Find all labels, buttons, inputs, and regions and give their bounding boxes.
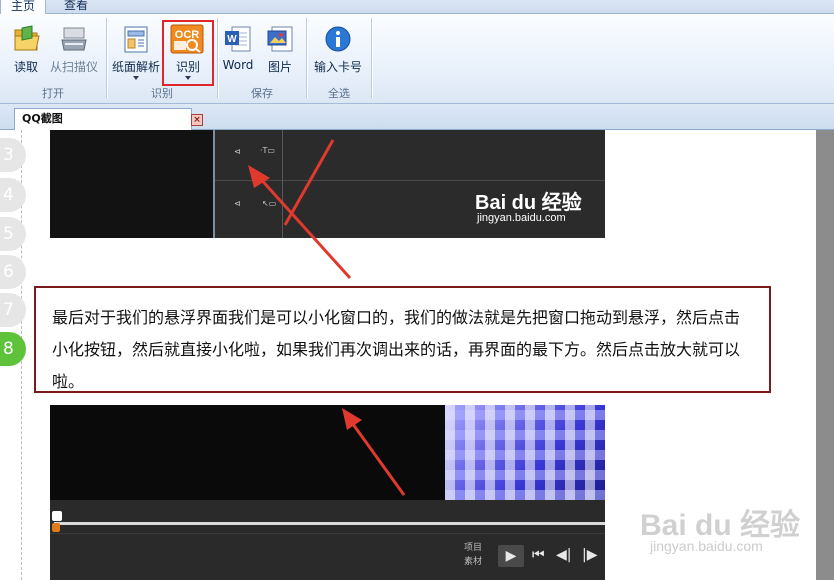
save-word-button[interactable]: W Word (219, 22, 257, 86)
close-icon[interactable]: × (191, 114, 203, 126)
annotation-arrow-down (348, 419, 406, 496)
group-label-recognize: 识别 (151, 87, 173, 100)
group-separator (217, 18, 218, 98)
image-viewer: 3 4 5 6 7 8 ⊲ ·T▭ ⊲ ↖▭ Bai du 经验 jingyan… (0, 130, 834, 580)
ribbon: 读取 从扫描仪 纸面解析 OCR 识别 W Word 图片 输入卡号 打开 识别… (0, 14, 834, 104)
enter-card-number-label: 输入卡号 (313, 60, 362, 74)
scanner-button[interactable]: 从扫描仪 (47, 22, 101, 86)
save-word-label: Word (222, 58, 254, 72)
layout-icon (124, 26, 148, 53)
folder-open-icon (14, 25, 40, 51)
enter-card-number-button[interactable]: 输入卡号 (310, 22, 366, 86)
tab-view[interactable]: 查看 (54, 0, 98, 14)
read-button[interactable]: 读取 (6, 22, 46, 86)
scanner-label: 从扫描仪 (49, 60, 98, 74)
image-icon (267, 26, 293, 52)
tab-home[interactable]: 主页 (0, 0, 46, 14)
group-label-select-all: 全选 (328, 87, 350, 100)
highlight-box (162, 20, 214, 86)
document-tab[interactable]: QQ截图20160330142120.jpg × (14, 108, 203, 145)
save-image-label: 图片 (267, 60, 292, 74)
group-separator (306, 18, 307, 98)
viewer-gutter (816, 130, 834, 580)
group-separator (106, 18, 107, 98)
group-label-open: 打开 (42, 87, 64, 100)
layout-analysis-label: 纸面解析 (111, 60, 160, 74)
read-label: 读取 (13, 60, 38, 74)
info-icon (325, 26, 351, 52)
layout-analysis-button[interactable]: 纸面解析 (110, 22, 162, 86)
chevron-down-icon (133, 76, 139, 80)
word-document-icon: W (225, 26, 251, 52)
annotation-stroke (283, 139, 335, 226)
ribbon-tab-bar: 主页 查看 (0, 0, 834, 14)
arrowhead (342, 408, 362, 430)
save-image-button[interactable]: 图片 (261, 22, 299, 86)
scanner-icon (61, 27, 87, 51)
app-window: 主页 查看 读取 从扫描仪 纸面解析 OCR 识别 W Word 图片 输入卡号… (0, 0, 834, 580)
document-tab-strip: QQ截图20160330142120.jpg × (0, 104, 834, 145)
group-label-save: 保存 (251, 87, 273, 100)
svg-text:W: W (227, 34, 237, 45)
group-separator (371, 18, 372, 98)
watermark-url: jingyan.baidu.com (650, 538, 763, 554)
